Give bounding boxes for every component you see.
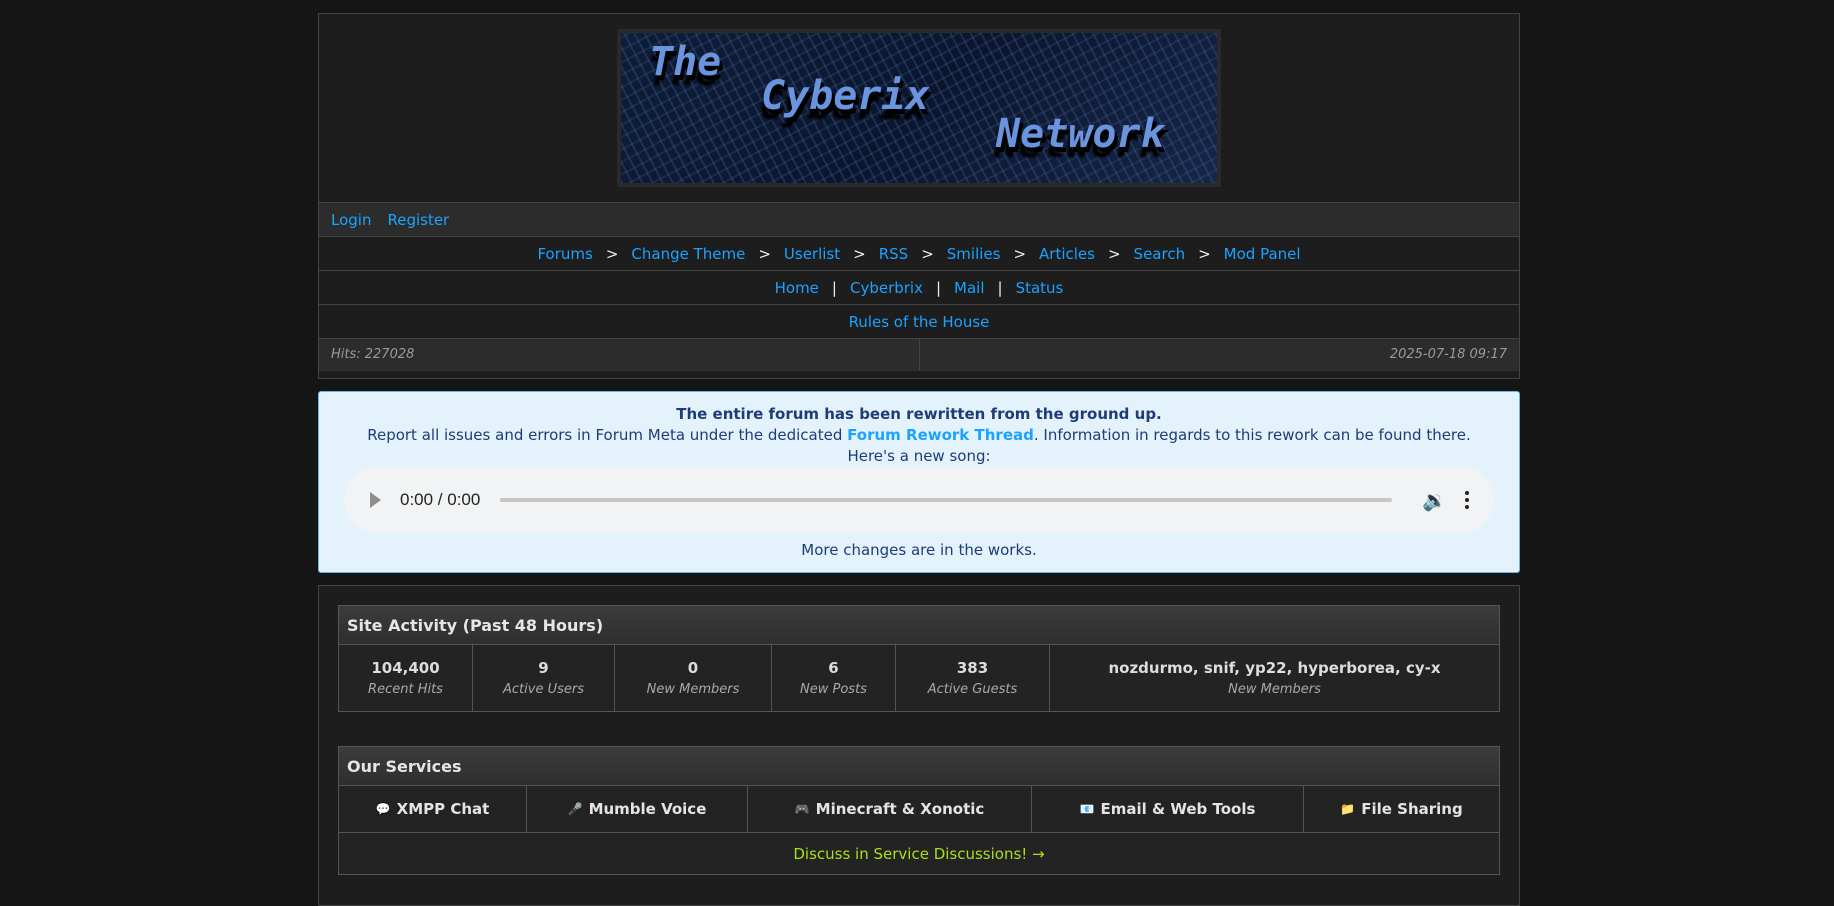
page: The Cyberix Network Login Register Forum…: [318, 13, 1520, 906]
nav-status[interactable]: Status: [1016, 279, 1064, 297]
stat-active-guests: 383 Active Guests: [896, 645, 1050, 711]
stat-label: Active Guests: [927, 682, 1018, 697]
status-bar: Hits: 227028 2025-07-18 09:17: [319, 338, 1519, 370]
folder-icon: 📁: [1340, 802, 1356, 816]
report-prefix: Report all issues and errors in Forum Me…: [367, 426, 848, 444]
site-logo-banner[interactable]: The Cyberix Network: [617, 29, 1221, 187]
song-intro: Here's a new song:: [847, 447, 991, 465]
announcement-report-line: Report all issues and errors in Forum Me…: [319, 426, 1519, 444]
nav-separator: |: [997, 278, 1003, 297]
stat-new-posts: 6 New Posts: [772, 645, 896, 711]
nav-separator: >: [605, 244, 619, 263]
service-discussions-row: Discuss in Service Discussions! →: [339, 833, 1499, 874]
site-header: The Cyberix Network Login Register Forum…: [318, 13, 1520, 379]
nav-cyberbrix[interactable]: Cyberbrix: [850, 279, 923, 297]
service-label: XMPP Chat: [396, 800, 490, 818]
speech-bubble-icon: 💬: [375, 802, 391, 816]
nav-forums[interactable]: Forums: [537, 245, 592, 263]
nav-mod-panel[interactable]: Mod Panel: [1224, 245, 1301, 263]
stat-label: New Members: [1228, 682, 1321, 697]
stat-recent-hits: 104,400 Recent Hits: [339, 645, 473, 711]
nav-separator: |: [935, 278, 942, 297]
nav-separator: >: [1198, 244, 1211, 263]
forum-rework-thread-link[interactable]: Forum Rework Thread: [847, 426, 1034, 444]
stat-label: New Members: [646, 682, 740, 697]
service-label: Minecraft & Xonotic: [815, 800, 985, 818]
more-options-icon[interactable]: [1465, 491, 1469, 509]
nav-home[interactable]: Home: [775, 279, 819, 297]
service-email-web-tools[interactable]: 📧 Email & Web Tools: [1032, 786, 1304, 832]
service-label: Email & Web Tools: [1100, 800, 1256, 818]
stat-label: Active Users: [503, 682, 584, 697]
announcement-box: The entire forum has been rewritten from…: [318, 391, 1520, 573]
stat-label: New Posts: [800, 682, 867, 697]
banner-text-the: The: [649, 39, 722, 85]
hit-counter: Hits: 227028: [331, 347, 415, 362]
nav-rules[interactable]: Rules of the House: [849, 313, 990, 331]
services-panel: Our Services 💬 XMPP Chat 🎤 Mumble Voice …: [338, 746, 1500, 875]
auth-bar: Login Register: [319, 202, 1519, 236]
site-activity-title: Site Activity (Past 48 Hours): [339, 606, 1499, 645]
new-member-names[interactable]: nozdurmo, snif, yp22, hyperborea, cy-x: [1108, 659, 1440, 677]
stat-label: Recent Hits: [368, 682, 443, 697]
nav-search[interactable]: Search: [1134, 245, 1186, 263]
nav-smilies[interactable]: Smilies: [947, 245, 1001, 263]
main-content: Site Activity (Past 48 Hours) 104,400 Re…: [318, 585, 1520, 906]
services-row: 💬 XMPP Chat 🎤 Mumble Voice 🎮 Minecraft &…: [339, 786, 1499, 833]
service-label: File Sharing: [1361, 800, 1463, 818]
nav-separator: >: [1107, 244, 1121, 263]
microphone-icon: 🎤: [567, 802, 583, 816]
service-file-sharing[interactable]: 📁 File Sharing: [1304, 786, 1499, 832]
services-title: Our Services: [339, 747, 1499, 786]
nav-userlist[interactable]: Userlist: [784, 245, 840, 263]
stat-value: 383: [956, 659, 989, 677]
stat-new-members-count: 0 New Members: [615, 645, 772, 711]
announcement-headline: The entire forum has been rewritten from…: [676, 405, 1162, 423]
nav-rss[interactable]: RSS: [879, 245, 908, 263]
nav-separator: |: [831, 278, 837, 297]
activity-stats: 104,400 Recent Hits 9 Active Users 0 New…: [339, 645, 1499, 711]
server-datetime: 2025-07-18 09:17: [918, 339, 1520, 370]
stat-value: 6: [828, 659, 839, 677]
service-xmpp-chat[interactable]: 💬 XMPP Chat: [339, 786, 527, 832]
service-discussions-link[interactable]: Discuss in Service Discussions! →: [793, 845, 1044, 863]
register-link[interactable]: Register: [387, 211, 449, 229]
stat-value: 104,400: [371, 659, 440, 677]
service-label: Mumble Voice: [588, 800, 707, 818]
login-link[interactable]: Login: [331, 211, 371, 229]
player-time: 0:00 / 0:00: [400, 490, 481, 509]
stat-value: 0: [687, 659, 699, 677]
announcement-footer: More changes are in the works.: [801, 541, 1037, 559]
main-nav: Forums > Change Theme > Userlist > RSS >…: [319, 236, 1519, 270]
nav-change-theme[interactable]: Change Theme: [631, 245, 745, 263]
nav-mail[interactable]: Mail: [954, 279, 984, 297]
stat-value: 9: [538, 659, 549, 677]
nav-separator: >: [853, 244, 866, 263]
nav-separator: >: [921, 244, 934, 263]
banner-wrap: The Cyberix Network: [319, 14, 1519, 202]
stat-active-users: 9 Active Users: [473, 645, 615, 711]
gamepad-icon: 🎮: [794, 802, 810, 816]
service-mumble-voice[interactable]: 🎤 Mumble Voice: [527, 786, 748, 832]
header-footer-spacer: [319, 370, 1519, 378]
nav-separator: >: [758, 244, 771, 263]
stat-new-members-list: nozdurmo, snif, yp22, hyperborea, cy-x N…: [1050, 645, 1499, 711]
banner-text-cyberix: Cyberix: [761, 73, 930, 119]
report-suffix: . Information in regards to this rework …: [1033, 426, 1471, 444]
volume-icon[interactable]: 🔉: [1422, 488, 1447, 512]
play-icon[interactable]: [370, 492, 381, 508]
nav-separator: >: [1013, 244, 1027, 263]
site-activity-panel: Site Activity (Past 48 Hours) 104,400 Re…: [338, 605, 1500, 712]
secondary-nav: Home | Cyberbrix | Mail | Status: [319, 270, 1519, 304]
rules-nav: Rules of the House: [319, 304, 1519, 338]
audio-player: 0:00 / 0:00 🔉: [344, 467, 1494, 533]
nav-articles[interactable]: Articles: [1039, 245, 1095, 263]
service-minecraft-xonotic[interactable]: 🎮 Minecraft & Xonotic: [748, 786, 1032, 832]
banner-text-network: Network: [996, 111, 1165, 157]
player-progress-bar[interactable]: [500, 498, 1393, 502]
envelope-icon: 📧: [1079, 802, 1095, 816]
